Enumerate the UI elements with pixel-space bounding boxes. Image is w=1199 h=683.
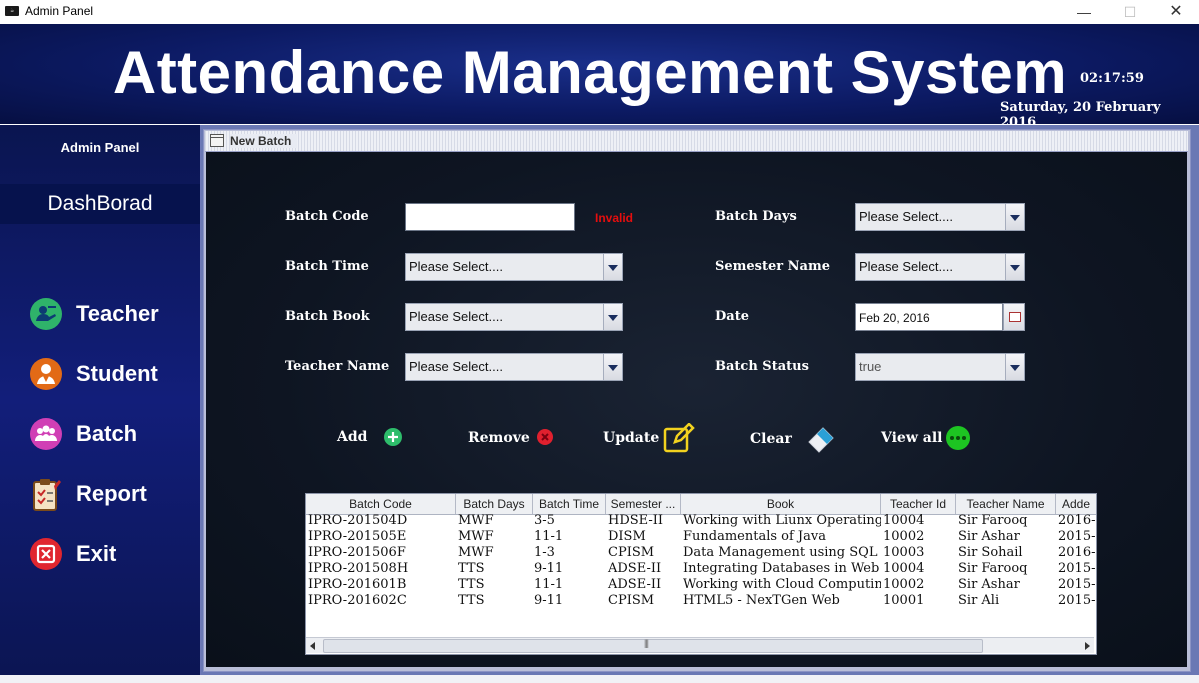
- calendar-icon[interactable]: [1003, 303, 1025, 331]
- horizontal-scrollbar[interactable]: [306, 637, 1094, 653]
- window-bottom-border: [0, 675, 1199, 683]
- java-app-icon: ☕: [5, 6, 19, 16]
- semester-name-label: Semester Name: [715, 259, 830, 274]
- update-button[interactable]: Update: [603, 421, 703, 453]
- teacher-name-label: Teacher Name: [285, 359, 390, 374]
- sidebar-panel-label: Admin Panel: [60, 140, 140, 155]
- chevron-down-icon[interactable]: [1005, 254, 1024, 280]
- sidebar-item-label: Report: [76, 481, 147, 506]
- exit-icon: [30, 538, 62, 570]
- table-row[interactable]: IPRO-201505E MWF 11-1 DISM Fundamentals …: [306, 529, 1096, 545]
- batch-code-error: Invalid: [595, 211, 634, 225]
- window-titlebar: ☕ Admin Panel — ☐ ✕: [0, 0, 1199, 24]
- teacher-icon: [30, 298, 62, 330]
- table-row[interactable]: IPRO-201506F MWF 1-3 CPISM Data Manageme…: [306, 545, 1096, 561]
- plus-icon: [384, 428, 402, 446]
- batch-status-label: Batch Status: [715, 359, 809, 374]
- app-header: Attendance Management System 02:17:59 Sa…: [0, 24, 1199, 130]
- date-value: Feb 20, 2016: [859, 311, 930, 325]
- frame-title: New Batch: [230, 134, 298, 148]
- clock: 02:17:59: [1080, 71, 1144, 86]
- chevron-down-icon[interactable]: [1005, 354, 1024, 380]
- internal-frame-titlebar[interactable]: New Batch: [205, 131, 1188, 152]
- column-header[interactable]: Semester ...: [606, 494, 681, 514]
- add-button[interactable]: Add: [337, 423, 417, 453]
- column-header[interactable]: Book: [681, 494, 881, 514]
- batch-book-value: Please Select....: [409, 309, 503, 324]
- batch-days-select[interactable]: Please Select....: [855, 203, 1025, 231]
- chevron-down-icon[interactable]: [603, 354, 622, 380]
- app-title: Attendance Management System: [112, 39, 1068, 106]
- close-button[interactable]: ✕: [1153, 0, 1199, 24]
- window-title: Admin Panel: [25, 4, 94, 18]
- scroll-right-icon[interactable]: [1079, 638, 1094, 653]
- table-row[interactable]: IPRO-201504D MWF 3-5 HDSE-II Working wit…: [306, 513, 1096, 529]
- scroll-left-icon[interactable]: [306, 638, 321, 653]
- sidebar-item-label: Exit: [76, 541, 117, 566]
- student-icon: [30, 358, 62, 390]
- semester-name-value: Please Select....: [859, 259, 953, 274]
- teacher-name-select[interactable]: Please Select....: [405, 353, 623, 381]
- scrollbar-thumb[interactable]: [323, 638, 983, 653]
- edit-icon: [663, 423, 695, 453]
- view-all-button[interactable]: View all: [881, 424, 981, 454]
- maximize-button[interactable]: ☐: [1107, 0, 1153, 24]
- column-header[interactable]: Batch Code: [306, 494, 456, 514]
- batch-status-value: true: [859, 359, 882, 374]
- sidebar-item-report[interactable]: Report: [30, 477, 195, 513]
- clear-button[interactable]: Clear: [750, 422, 845, 453]
- column-header[interactable]: Adde: [1056, 494, 1096, 514]
- column-header[interactable]: Batch Time: [533, 494, 606, 514]
- batch-status-select[interactable]: true: [855, 353, 1025, 381]
- table-row[interactable]: IPRO-201601B TTS 11-1 ADSE-II Working wi…: [306, 577, 1096, 593]
- teacher-name-value: Please Select....: [409, 359, 503, 374]
- batch-code-input[interactable]: [405, 203, 575, 231]
- report-icon: [30, 478, 62, 511]
- chevron-down-icon[interactable]: [1005, 204, 1024, 230]
- column-header[interactable]: Batch Days: [456, 494, 533, 514]
- table-row[interactable]: IPRO-201508H TTS 9-11 ADSE-II Integratin…: [306, 561, 1096, 577]
- table-row[interactable]: IPRO-201602C TTS 9-11 CPISM HTML5 - NexT…: [306, 593, 1096, 609]
- batch-time-value: Please Select....: [409, 259, 503, 274]
- sidebar-item-teacher[interactable]: Teacher: [30, 297, 195, 333]
- batch-icon: [30, 418, 62, 450]
- batch-book-label: Batch Book: [285, 309, 370, 324]
- column-header[interactable]: Teacher Name: [956, 494, 1056, 514]
- chevron-down-icon[interactable]: [603, 304, 622, 330]
- batch-book-select[interactable]: Please Select....: [405, 303, 623, 331]
- sidebar-item-student[interactable]: Student: [30, 357, 195, 393]
- batch-code-label: Batch Code: [285, 209, 369, 224]
- date-label: Date: [715, 309, 749, 324]
- minimize-button[interactable]: —: [1061, 0, 1107, 24]
- remove-icon: [537, 429, 553, 445]
- sidebar-item-batch[interactable]: Batch: [30, 417, 195, 453]
- remove-button[interactable]: Remove: [468, 424, 558, 454]
- table-header: Batch Code Batch Days Batch Time Semeste…: [306, 494, 1096, 515]
- batch-time-label: Batch Time: [285, 259, 369, 274]
- sidebar-item-exit[interactable]: Exit: [30, 537, 195, 573]
- chevron-down-icon[interactable]: [603, 254, 622, 280]
- sidebar-item-label: Teacher: [76, 301, 159, 326]
- semester-name-select[interactable]: Please Select....: [855, 253, 1025, 281]
- sidebar-item-label: Student: [76, 361, 158, 386]
- sidebar-item-label: Batch: [76, 421, 138, 446]
- batch-time-select[interactable]: Please Select....: [405, 253, 623, 281]
- more-icon: [946, 426, 970, 450]
- sidebar: Admin Panel DashBorad Teacher Student Ba…: [0, 125, 201, 675]
- frame-window-icon: [210, 134, 224, 147]
- sidebar-item-dashboard[interactable]: DashBorad: [0, 184, 200, 224]
- batch-days-value: Please Select....: [859, 209, 953, 224]
- date-input[interactable]: Feb 20, 2016: [855, 303, 1003, 331]
- column-header[interactable]: Teacher Id: [881, 494, 956, 514]
- batch-days-label: Batch Days: [715, 209, 797, 224]
- eraser-icon: [808, 427, 834, 453]
- batch-table[interactable]: Batch Code Batch Days Batch Time Semeste…: [305, 493, 1097, 655]
